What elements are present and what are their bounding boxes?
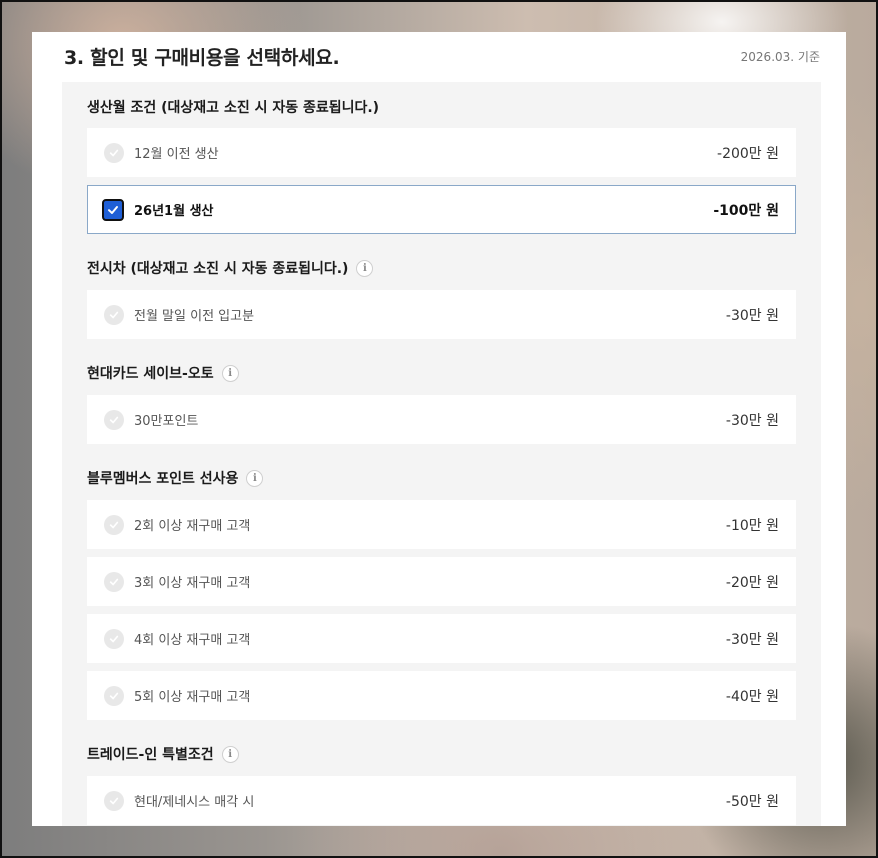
option-price: -200만 원 [717,145,779,162]
discount-option[interactable]: 12월 이전 생산 -200만 원 [87,128,796,177]
section-title: 블루멤버스 포인트 선사용 i [87,452,796,500]
section-title-text: 현대카드 세이브-오토 [87,366,214,382]
check-circle-icon[interactable] [104,409,124,430]
option-label: 26년1월 생산 [134,204,214,219]
discount-option[interactable]: 전월 말일 이전 입고분 -30만 원 [87,290,796,339]
page-title: 3. 할인 및 구매비용을 선택하세요. [64,46,340,69]
info-icon[interactable]: i [221,364,239,382]
section-title: 전시차 (대상재고 소진 시 자동 종료됩니다.) i [87,242,796,290]
section-title-text: 블루멤버스 포인트 선사용 [87,471,239,487]
reference-date: 2026.03. 기준 [740,49,820,64]
option-price: -30만 원 [725,412,779,429]
info-icon[interactable]: i [246,469,264,487]
option-price: -100만 원 [713,202,779,219]
discount-option[interactable]: 5회 이상 재구매 고객 -40만 원 [87,671,796,720]
check-circle-icon[interactable] [104,304,124,325]
discount-option[interactable]: 3회 이상 재구매 고객 -20만 원 [87,557,796,606]
option-price: -30만 원 [725,631,779,648]
option-label: 5회 이상 재구매 고객 [134,690,251,705]
discount-option[interactable]: 4회 이상 재구매 고객 -30만 원 [87,614,796,663]
checkbox-checked-icon[interactable] [102,198,124,221]
option-label: 현대/제네시스 매각 시 [134,795,255,810]
option-label: 4회 이상 재구매 고객 [134,633,251,648]
option-label: 12월 이전 생산 [134,147,219,162]
option-price: -40만 원 [725,688,779,705]
section-title: 현대카드 세이브-오토 i [87,347,796,395]
option-price: -50만 원 [725,793,779,810]
check-circle-icon[interactable] [104,571,124,592]
option-label: 30만포인트 [134,414,199,429]
check-circle-icon[interactable] [104,790,124,811]
check-circle-icon[interactable] [104,685,124,706]
discount-option[interactable]: 현대/제네시스 매각 시 -50만 원 [87,776,796,825]
section-title: 트레이드-인 특별조건 i [87,728,796,776]
discount-option[interactable]: 2회 이상 재구매 고객 -10만 원 [87,500,796,549]
discount-panel: 3. 할인 및 구매비용을 선택하세요. 2026.03. 기준 생산월 조건 … [32,32,846,826]
section-title-text: 트레이드-인 특별조건 [87,747,214,763]
check-circle-icon[interactable] [104,142,124,163]
info-icon[interactable]: i [356,259,374,277]
option-label: 3회 이상 재구매 고객 [134,576,251,591]
discount-options: 생산월 조건 (대상재고 소진 시 자동 종료됩니다.) 12월 이전 생산 -20… [62,82,821,826]
section-title-text: 전시차 (대상재고 소진 시 자동 종료됩니다.) [87,261,349,277]
option-price: -10만 원 [725,517,779,534]
section-title: 생산월 조건 (대상재고 소진 시 자동 종료됩니다.) [87,82,796,128]
discount-option[interactable]: 30만포인트 -30만 원 [87,395,796,444]
option-price: -20만 원 [725,574,779,591]
section-title-text: 생산월 조건 (대상재고 소진 시 자동 종료됩니다.) [87,100,380,116]
info-icon[interactable]: i [221,745,239,763]
check-circle-icon[interactable] [104,514,124,535]
option-price: -30만 원 [725,307,779,324]
discount-option[interactable]: 26년1월 생산 -100만 원 [87,185,796,234]
panel-header: 3. 할인 및 구매비용을 선택하세요. 2026.03. 기준 [32,32,846,72]
option-label: 2회 이상 재구매 고객 [134,519,251,534]
option-label: 전월 말일 이전 입고분 [134,309,255,324]
check-circle-icon[interactable] [104,628,124,649]
